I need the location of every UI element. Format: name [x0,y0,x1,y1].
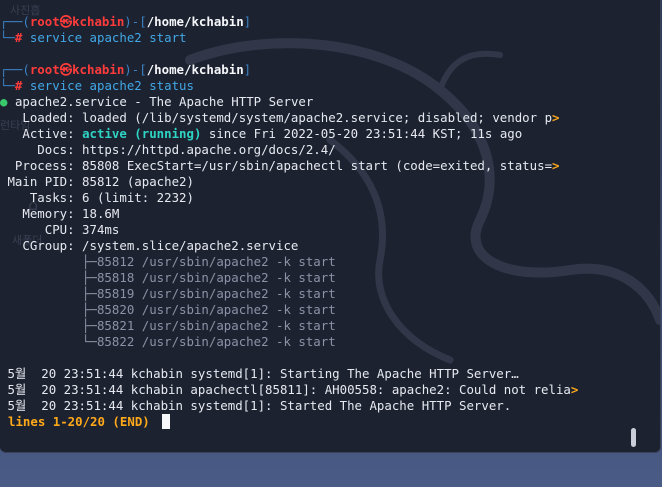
command-line: └─# service apache2 status [0,78,194,94]
prompt-hash: # [14,78,23,93]
status-memory: Memory: 18.6M [0,206,120,221]
prompt-box: ] [243,14,252,29]
scrollbar-thumb[interactable] [631,428,636,447]
prompt-box: └─ [0,30,15,45]
prompt-hash: # [14,30,23,45]
status-cpu: CPU: 374ms [0,222,120,237]
prompt-box: )-[ [124,14,147,29]
status-docs: Docs: https://httpd.apache.org/docs/2.4/ [0,142,336,157]
journal-text: 5월 20 23:51:44 kchabin apachectl[85811]:… [0,382,571,397]
status-active: Active: active (running) since Fri 2022-… [0,126,522,142]
truncation-marker: > [552,158,560,173]
cgroup-process: ├─85820 /usr/sbin/apache2 -k start [0,302,336,317]
prompt-user: root [29,14,60,29]
status-bullet-icon: ● [0,94,8,109]
cgroup-process: ├─85821 /usr/sbin/apache2 -k start [0,318,336,333]
cgroup-process: └─85822 /usr/sbin/apache2 -k start [0,334,336,349]
status-main-pid: Main PID: 85812 (apache2) [0,174,194,189]
command-line: └─# service apache2 start [0,30,187,46]
prompt-line: ┌──(root㉿kchabin)-[/home/kchabin] [0,62,251,78]
status-process: Process: 85808 ExecStart=/usr/sbin/apach… [0,158,560,174]
terminal-window[interactable]: 사진흡 런타임 ⌂ 새폴더 ┌──(root㉿kchabin)-[/home/k… [0,0,661,453]
unit-description: apache2.service - The Apache HTTP Server [14,94,314,109]
prompt-path: /home/kchabin [146,14,244,29]
journal-entry: 5월 20 23:51:44 kchabin systemd[1]: Start… [0,398,512,413]
prompt-box: └─ [0,78,15,93]
prompt-path: /home/kchabin [146,62,244,77]
journal-entry: 5월 20 23:51:44 kchabin apachectl[85811]:… [0,382,578,398]
active-state: active (running) [82,126,202,141]
truncation-marker: > [552,110,560,125]
pager-status: lines 1-20/20 (END) [8,414,150,429]
cgroup-process: ├─85812 /usr/sbin/apache2 -k start [0,254,336,269]
active-since: since Fri 2022-05-20 23:51:44 KST; 11s a… [201,126,523,141]
prompt-box: ┌──( [0,14,30,29]
status-cgroup: CGroup: /system.slice/apache2.service [0,238,299,253]
prompt-at: ㉿ [59,62,73,77]
prompt-host: kchabin [72,14,125,29]
prompt-host: kchabin [72,62,125,77]
prompt-at: ㉿ [59,14,73,29]
journal-entry: 5월 20 23:51:44 kchabin systemd[1]: Start… [0,366,519,381]
status-unit-line: ● apache2.service - The Apache HTTP Serv… [0,94,313,110]
truncation-marker: > [570,382,579,397]
cgroup-process: ├─85819 /usr/sbin/apache2 -k start [0,286,336,301]
prompt-box: ┌──( [0,62,30,77]
prompt-box: ] [243,62,252,77]
status-loaded: Loaded: loaded (/lib/systemd/system/apac… [0,110,560,126]
prompt-box: )-[ [124,62,147,77]
command-text: service apache2 status [29,78,194,93]
cgroup-process: ├─85818 /usr/sbin/apache2 -k start [0,270,336,285]
process-text: Process: 85808 ExecStart=/usr/sbin/apach… [0,158,553,173]
active-label: Active: [0,126,83,141]
prompt-user: root [29,62,60,77]
loaded-text: Loaded: loaded (/lib/systemd/system/apac… [0,110,553,125]
status-tasks: Tasks: 6 (limit: 2232) [0,190,194,205]
terminal-cursor [162,414,170,429]
prompt-line: ┌──(root㉿kchabin)-[/home/kchabin] [0,14,251,30]
command-text: service apache2 start [29,30,187,45]
